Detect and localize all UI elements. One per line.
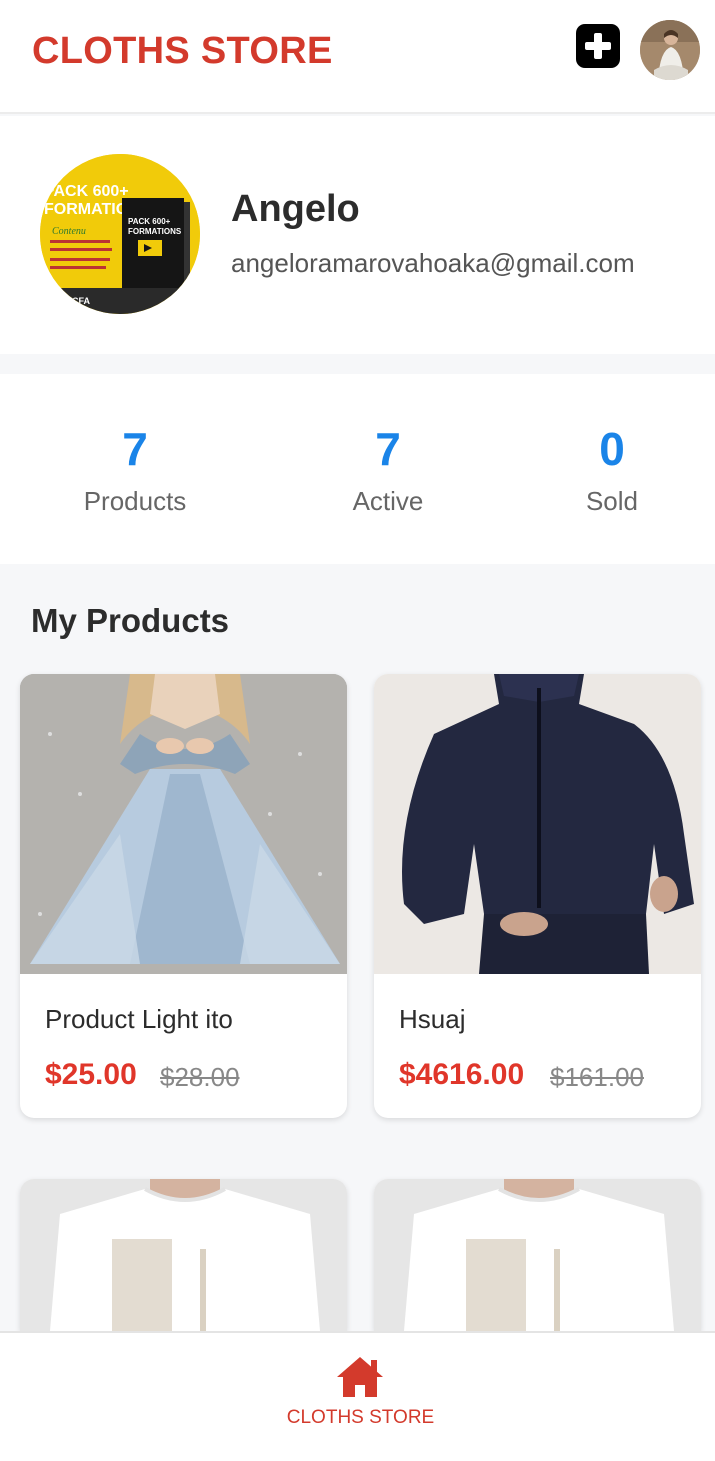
product-image [374, 674, 701, 974]
product-name: Hsuaj [399, 1004, 466, 1034]
product-old-price: $161.00 [550, 1062, 644, 1092]
product-price: $4616.00 [399, 1058, 525, 1091]
pic-text-6: 00 FCFA [54, 296, 91, 306]
product-image [20, 674, 347, 974]
bottom-navigation: CLOTHS STORE [0, 1331, 715, 1461]
nav-label-home[interactable]: CLOTHS STORE [0, 1407, 715, 1429]
product-card[interactable]: Product Light ito $25.00 $28.00 [20, 674, 347, 1118]
product-card[interactable]: Hsuaj $4616.00 $161.00 [374, 674, 701, 1118]
stat-active-value: 7 [375, 423, 401, 475]
profile-picture[interactable]: PACK 600+ FORMATIONS Contenu PACK 600+ F… [40, 154, 200, 314]
app-header: CLOTHS STORE [0, 0, 715, 114]
pic-text-4: PACK 600+ [128, 217, 171, 226]
pic-text-1: PACK 600+ [44, 183, 129, 200]
profile-picture-image: PACK 600+ FORMATIONS Contenu PACK 600+ F… [40, 154, 200, 314]
pic-text-3: Contenu [52, 226, 86, 237]
stat-active: 7 Active [288, 422, 488, 517]
stats-panel: 7 Products 7 Active 0 Sold [0, 374, 715, 564]
product-image [374, 1179, 701, 1331]
stat-sold: 0 Sold [512, 422, 712, 517]
profile-email: angeloramarovahoaka@gmail.com [231, 248, 635, 278]
stat-products-label: Products [83, 486, 187, 516]
product-old-price: $28.00 [160, 1062, 240, 1092]
product-name: Product Light ito [45, 1004, 233, 1034]
profile-name: Angelo [231, 188, 360, 230]
add-product-button[interactable] [576, 24, 620, 68]
stat-products: 7 Products [35, 422, 235, 517]
app-title: CLOTHS STORE [32, 30, 333, 72]
product-image [20, 1179, 347, 1331]
user-avatar[interactable] [640, 20, 700, 80]
home-icon[interactable] [335, 1355, 385, 1399]
product-card[interactable] [374, 1179, 701, 1331]
stat-products-value: 7 [122, 423, 148, 475]
stat-sold-label: Sold [585, 486, 639, 516]
stat-sold-value: 0 [599, 423, 625, 475]
product-card[interactable] [20, 1179, 347, 1331]
profile-card: PACK 600+ FORMATIONS Contenu PACK 600+ F… [0, 116, 715, 354]
pic-text-5: FORMATIONS [128, 227, 182, 236]
avatar-image [640, 20, 700, 80]
stat-active-label: Active [352, 486, 424, 516]
product-price: $25.00 [45, 1058, 137, 1091]
my-products-title: My Products [31, 602, 230, 639]
